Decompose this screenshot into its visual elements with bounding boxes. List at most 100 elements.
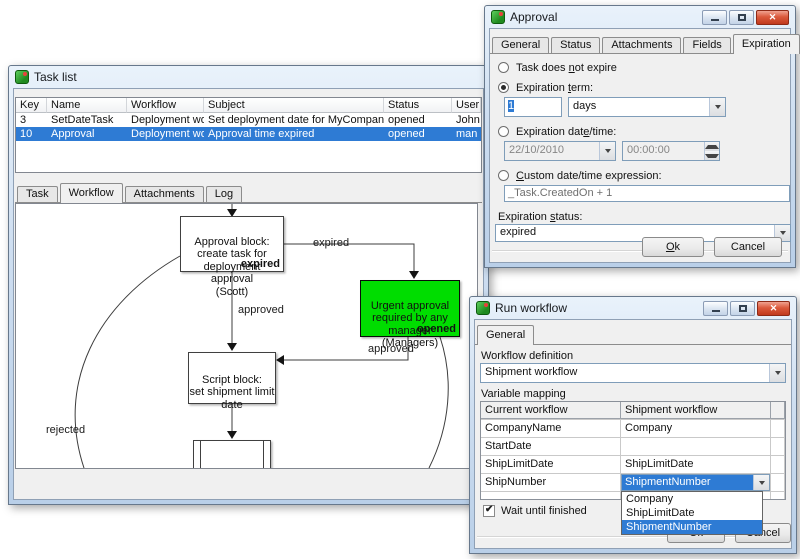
table-row-selected[interactable]: 10 Approval Deployment wo... Approval ti… xyxy=(16,127,481,141)
chevron-down-icon xyxy=(605,149,611,153)
column-header-status[interactable]: Status xyxy=(384,98,452,113)
close-icon: ✕ xyxy=(770,303,778,314)
radio-custom-expression[interactable]: Custom date/time expression: xyxy=(498,169,662,182)
column-header-subject[interactable]: Subject xyxy=(204,98,384,113)
grid-cell-current: CompanyName xyxy=(481,420,621,437)
window-title: Run workflow xyxy=(495,301,567,315)
grid-header: Current workflow Shipment workflow xyxy=(481,402,785,420)
close-button[interactable]: ✕ xyxy=(756,10,789,25)
node-shipment-workflow[interactable]: Shipment Workflow xyxy=(193,440,271,469)
grid-cell-spacer xyxy=(771,420,785,437)
tab-attachments[interactable]: Attachments xyxy=(602,37,681,53)
column-header-workflow[interactable]: Workflow xyxy=(127,98,204,113)
tab-task[interactable]: Task xyxy=(17,186,58,202)
spin-up-button[interactable] xyxy=(705,142,719,151)
dropdown-button[interactable] xyxy=(753,475,769,490)
task-list-window: Task list Key Name Workflow Subject Stat… xyxy=(8,65,489,505)
node-script-block[interactable]: Script block: set shipment limit date xyxy=(188,352,276,404)
grid-cell-current: ShipNumber xyxy=(481,474,621,491)
grid-cell-target[interactable] xyxy=(621,438,771,455)
dropdown-item-shiplimitdate[interactable]: ShipLimitDate xyxy=(622,506,762,520)
tab-attachments[interactable]: Attachments xyxy=(125,186,204,202)
grid-cell-target[interactable]: ShipLimitDate xyxy=(621,456,771,473)
table-row[interactable]: 3 SetDateTask Deployment wo... Set deplo… xyxy=(16,113,481,127)
close-button[interactable]: ✕ xyxy=(757,301,790,316)
term-value-input[interactable]: 1 xyxy=(504,97,562,117)
minimize-button[interactable] xyxy=(703,301,728,316)
term-unit-combo[interactable]: days xyxy=(568,97,726,117)
tab-general[interactable]: General xyxy=(477,325,534,345)
run-workflow-tabs: General xyxy=(475,324,791,345)
tab-workflow[interactable]: Workflow xyxy=(60,183,123,203)
expiration-date-combo[interactable]: 22/10/2010 xyxy=(504,141,616,161)
grid-header-current[interactable]: Current workflow xyxy=(481,402,621,419)
combo-value: 22/10/2010 xyxy=(505,142,599,160)
column-header-name[interactable]: Name xyxy=(47,98,127,113)
node-status: expired xyxy=(241,258,280,271)
checkbox-label: Wait until finished xyxy=(501,505,587,517)
window-title: Task list xyxy=(34,70,77,84)
run-workflow-dialog: Run workflow ✕ General Workflow definiti… xyxy=(469,296,797,554)
dropdown-button[interactable] xyxy=(599,142,615,160)
grid-row[interactable]: ShipLimitDate ShipLimitDate xyxy=(481,456,785,474)
minimize-button[interactable] xyxy=(702,10,727,25)
grid-header-shipment[interactable]: Shipment workflow xyxy=(621,402,771,419)
combo-value: ShipmentNumber xyxy=(622,475,753,490)
radio-expiration-term[interactable]: Expiration term: xyxy=(498,81,593,94)
radio-label: Expiration term: xyxy=(516,82,593,94)
wait-until-finished-checkbox[interactable]: Wait until finished xyxy=(483,505,587,517)
maximize-button[interactable] xyxy=(730,301,755,316)
grid-row[interactable]: CompanyName Company xyxy=(481,420,785,438)
radio-icon xyxy=(498,170,509,181)
maximize-button[interactable] xyxy=(729,10,754,25)
node-approval-block[interactable]: Approval block: create task for deployme… xyxy=(180,216,284,272)
expiration-time-spinner[interactable]: 00:00:00 xyxy=(622,141,720,161)
grid-cell-target[interactable]: Company xyxy=(621,420,771,437)
approval-tabs: General Status Attachments Fields Expira… xyxy=(490,33,790,54)
workflow-diagram-canvas: Approval block: create task for deployme… xyxy=(15,203,478,469)
radio-task-does-not-expire[interactable]: Task does not expire xyxy=(498,61,617,74)
custom-expression-input[interactable]: _Task.CreatedOn + 1 xyxy=(504,185,790,202)
radio-expiration-datetime[interactable]: Expiration date/time: xyxy=(498,125,616,138)
minimize-icon xyxy=(712,310,720,312)
chevron-down-icon xyxy=(715,105,721,109)
column-header-key[interactable]: Key xyxy=(16,98,47,113)
ok-button[interactable]: Ok xyxy=(642,237,704,257)
minimize-icon xyxy=(711,19,719,21)
grid-cell-empty xyxy=(481,492,621,500)
run-workflow-titlebar[interactable]: Run workflow ✕ xyxy=(470,297,796,319)
node-urgent-approval[interactable]: Urgent approval required by any manager … xyxy=(360,280,460,337)
tab-fields[interactable]: Fields xyxy=(683,37,730,53)
task-list-tabs: Task Workflow Attachments Log xyxy=(15,182,482,203)
cancel-button[interactable]: Cancel xyxy=(714,237,782,257)
tab-expiration[interactable]: Expiration xyxy=(733,34,800,54)
dropdown-item-company[interactable]: Company xyxy=(622,492,762,506)
tab-general[interactable]: General xyxy=(492,37,549,53)
subprocess-line xyxy=(200,441,201,469)
dropdown-item-shipmentnumber[interactable]: ShipmentNumber xyxy=(622,520,762,534)
target-variable-combo[interactable]: ShipmentNumber xyxy=(621,474,770,491)
workflow-definition-combo[interactable]: Shipment workflow xyxy=(480,363,786,383)
cell-subject: Set deployment date for MyCompany Inc. xyxy=(204,113,384,127)
grid-row[interactable]: StartDate xyxy=(481,438,785,456)
grid-row[interactable]: ShipNumber ShipmentNumber xyxy=(481,474,785,492)
cell-name: Approval xyxy=(47,127,127,141)
approval-titlebar[interactable]: Approval ✕ xyxy=(485,6,795,28)
grid-cell-spacer xyxy=(771,456,785,473)
dropdown-button[interactable] xyxy=(709,98,725,116)
tab-status[interactable]: Status xyxy=(551,37,600,53)
app-icon xyxy=(15,70,29,84)
dropdown-button[interactable] xyxy=(769,364,785,382)
tab-log[interactable]: Log xyxy=(206,186,242,202)
edge-label-rejected: rejected xyxy=(46,424,85,436)
variable-mapping-label: Variable mapping xyxy=(481,388,566,400)
spin-down-button[interactable] xyxy=(705,151,719,160)
grid-cell-current: ShipLimitDate xyxy=(481,456,621,473)
column-header-user[interactable]: User xyxy=(452,98,481,113)
task-list-titlebar[interactable]: Task list xyxy=(9,66,488,88)
selected-text: 1 xyxy=(508,100,514,112)
grid-header-spacer xyxy=(771,402,785,419)
edge-label-approved: approved xyxy=(368,343,414,355)
task-table-header: Key Name Workflow Subject Status User xyxy=(16,98,481,113)
cell-subject: Approval time expired xyxy=(204,127,384,141)
